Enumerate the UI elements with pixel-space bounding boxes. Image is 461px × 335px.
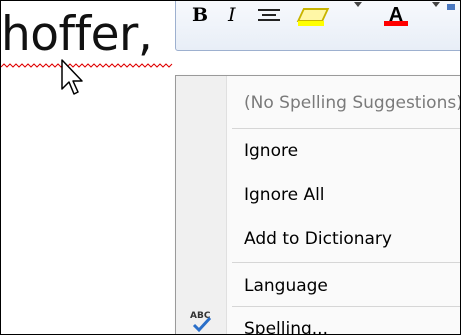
menu-item-add-to-dictionary[interactable]: Add to Dictionary: [244, 224, 392, 254]
menu-separator: [232, 262, 460, 263]
font-color-swatch: [384, 21, 408, 26]
mini-toolbar: B I A: [175, 0, 460, 51]
screenshot-frame: hoffer, B I A (No Spelling Suggestions): [0, 0, 461, 335]
context-menu: (No Spelling Suggestions) Ignore Ignore …: [175, 75, 461, 334]
menu-item-no-suggestions: (No Spelling Suggestions): [244, 93, 461, 113]
spelling-error-underline: [1, 63, 173, 68]
menu-separator: [232, 128, 460, 129]
menu-separator: [232, 306, 460, 307]
menu-icon-gutter: [176, 76, 227, 334]
highlighter-icon: [296, 8, 330, 22]
menu-item-spelling[interactable]: Spelling...: [244, 314, 328, 334]
mouse-pointer-icon: [61, 59, 83, 95]
menu-item-language[interactable]: Language: [244, 271, 328, 301]
align-center-icon[interactable]: [258, 2, 280, 32]
menu-item-ignore-all[interactable]: Ignore All: [244, 180, 325, 210]
document-text[interactable]: hoffer,: [1, 3, 153, 67]
styles-icon[interactable]: [446, 0, 460, 14]
abc-spell-check-icon: ABC: [190, 311, 212, 333]
font-color-button[interactable]: A: [384, 2, 408, 28]
highlight-color-button[interactable]: [296, 2, 330, 28]
bold-button[interactable]: B: [192, 2, 208, 28]
menu-item-ignore[interactable]: Ignore: [244, 136, 298, 166]
font-color-dropdown-arrow-icon[interactable]: [432, 2, 440, 7]
highlight-color-swatch: [298, 21, 324, 26]
highlight-dropdown-arrow-icon[interactable]: [354, 2, 362, 7]
italic-button[interactable]: I: [228, 2, 236, 28]
